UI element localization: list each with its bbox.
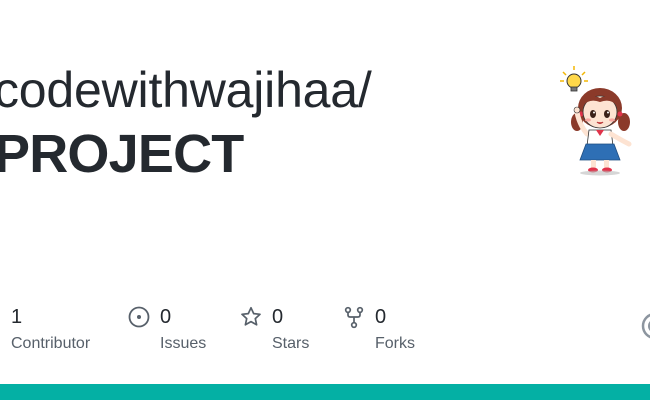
- stars-count: 0: [272, 306, 284, 328]
- girl-with-lightbulb-illustration: [560, 66, 632, 176]
- repo-name: PROJECT: [0, 124, 244, 184]
- owner-avatar: [553, 64, 639, 176]
- stars-label: Stars: [272, 335, 310, 352]
- fork-icon: [342, 305, 366, 329]
- forks-label: Forks: [375, 335, 415, 352]
- star-icon: [239, 305, 263, 329]
- issues-count: 0: [160, 306, 172, 328]
- accent-bar: [0, 384, 650, 400]
- stat-issues[interactable]: 0 Issues: [127, 303, 206, 354]
- repo-owner: codewithwajihaa/: [0, 62, 372, 118]
- issue-circle-icon: [127, 305, 151, 329]
- repo-social-card: codewithwajihaa/ PROJECT 1 Contributor 0…: [0, 0, 650, 400]
- forks-count: 0: [375, 306, 387, 328]
- github-logo-icon: [640, 311, 650, 341]
- stat-stars[interactable]: 0 Stars: [239, 303, 309, 354]
- stat-forks[interactable]: 0 Forks: [342, 303, 415, 354]
- lightbulb-icon: [560, 66, 588, 92]
- issues-label: Issues: [160, 335, 207, 352]
- contributors-count: 1: [11, 306, 23, 328]
- contributors-label: Contributor: [11, 335, 91, 352]
- stat-contributors[interactable]: 1 Contributor: [11, 303, 90, 354]
